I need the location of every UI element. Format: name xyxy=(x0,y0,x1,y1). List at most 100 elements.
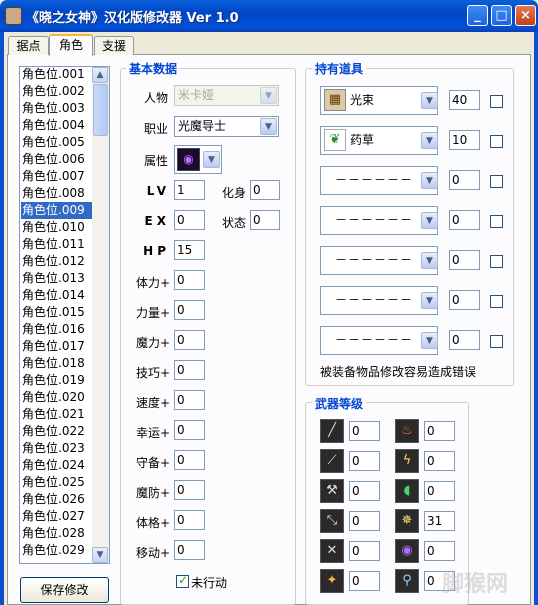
weapon-rank-input[interactable]: 0 xyxy=(424,421,455,441)
list-item[interactable]: 角色位.019 xyxy=(21,372,94,389)
item-name: 药草 xyxy=(350,133,375,147)
stat-input[interactable]: 0 xyxy=(174,480,205,500)
weapon-rank-input[interactable]: 0 xyxy=(349,481,380,501)
stat-input[interactable]: 0 xyxy=(174,540,205,560)
list-item[interactable]: 角色位.012 xyxy=(21,253,94,270)
list-item[interactable]: 角色位.007 xyxy=(21,168,94,185)
list-item[interactable]: 角色位.029 xyxy=(21,542,94,559)
book-icon: ▦ xyxy=(324,89,346,111)
list-item[interactable]: 角色位.020 xyxy=(21,389,94,406)
chevron-down-icon[interactable]: ▼ xyxy=(203,151,220,168)
chevron-down-icon[interactable]: ▼ xyxy=(421,212,438,229)
item-count-input[interactable]: 0 xyxy=(449,290,480,310)
list-item[interactable]: 角色位.014 xyxy=(21,287,94,304)
weapon-rank-input[interactable]: 0 xyxy=(349,421,380,441)
lv-input[interactable]: 1 xyxy=(174,180,205,200)
list-item[interactable]: 角色位.002 xyxy=(21,83,94,100)
list-item[interactable]: 角色位.006 xyxy=(21,151,94,168)
stat-input[interactable]: 0 xyxy=(174,420,205,440)
chevron-down-icon[interactable]: ▼ xyxy=(260,118,277,135)
list-scrollbar[interactable] xyxy=(92,67,109,563)
item-count-input[interactable]: 10 xyxy=(449,130,480,150)
stat-input[interactable]: 0 xyxy=(174,390,205,410)
stat-input[interactable]: 0 xyxy=(174,300,205,320)
tab-support[interactable]: 支援 xyxy=(94,36,134,55)
state-input[interactable]: 0 xyxy=(250,210,280,230)
weapon-rank-input[interactable]: 31 xyxy=(424,511,455,531)
weapon-rank-input[interactable]: 0 xyxy=(349,511,380,531)
list-item[interactable]: 角色位.013 xyxy=(21,270,94,287)
chevron-down-icon[interactable]: ▼ xyxy=(421,132,438,149)
stat-input[interactable]: 0 xyxy=(174,360,205,380)
stat-input[interactable]: 0 xyxy=(174,270,205,290)
item-checkbox[interactable] xyxy=(490,95,503,108)
weapon-rank-input[interactable]: 0 xyxy=(349,571,380,591)
stat-input[interactable]: 0 xyxy=(174,510,205,530)
chevron-down-icon[interactable]: ▼ xyxy=(421,172,438,189)
list-item[interactable]: 角色位.017 xyxy=(21,338,94,355)
scroll-down-icon[interactable]: ▼ xyxy=(92,547,108,563)
tab-character[interactable]: 角色 xyxy=(49,34,93,56)
save-button[interactable]: 保存修改 xyxy=(20,577,109,603)
app-icon xyxy=(5,7,22,25)
weapon-rank-input[interactable]: 0 xyxy=(424,481,455,501)
item-checkbox[interactable] xyxy=(490,335,503,348)
list-item[interactable]: 角色位.010 xyxy=(21,219,94,236)
list-item[interactable]: 角色位.018 xyxy=(21,355,94,372)
weapon-rank-input[interactable]: 0 xyxy=(349,541,380,561)
item-checkbox[interactable] xyxy=(490,135,503,148)
list-item[interactable]: 角色位.022 xyxy=(21,423,94,440)
list-item[interactable]: 角色位.005 xyxy=(21,134,94,151)
list-item[interactable]: 角色位.004 xyxy=(21,117,94,134)
item-checkbox[interactable] xyxy=(490,255,503,268)
list-item[interactable]: 角色位.026 xyxy=(21,491,94,508)
close-button[interactable]: × xyxy=(515,5,536,26)
item-count-input[interactable]: 0 xyxy=(449,210,480,230)
list-item[interactable]: 角色位.009 xyxy=(21,202,94,219)
list-item[interactable]: 角色位.011 xyxy=(21,236,94,253)
item-checkbox[interactable] xyxy=(490,215,503,228)
list-item[interactable]: 角色位.021 xyxy=(21,406,94,423)
item-checkbox[interactable] xyxy=(490,295,503,308)
scroll-up-icon[interactable]: ▲ xyxy=(92,67,108,83)
ex-input[interactable]: 0 xyxy=(174,210,205,230)
state-label: 状态 xyxy=(221,216,246,230)
chevron-down-icon[interactable]: ▼ xyxy=(421,332,438,349)
list-item[interactable]: 角色位.024 xyxy=(21,457,94,474)
list-item[interactable]: 角色位.001 xyxy=(21,67,94,83)
chevron-down-icon[interactable]: ▼ xyxy=(421,292,438,309)
list-item[interactable]: 角色位.008 xyxy=(21,185,94,202)
item-name: －－－－－－ xyxy=(335,173,414,187)
axe-icon: ⚒ xyxy=(320,479,344,503)
list-item[interactable]: 角色位.015 xyxy=(21,304,94,321)
stat-label: 技巧+ xyxy=(135,366,170,380)
list-item[interactable]: 角色位.028 xyxy=(21,525,94,542)
tab-base[interactable]: 据点 xyxy=(8,36,49,55)
item-checkbox[interactable] xyxy=(490,175,503,188)
list-item[interactable]: 角色位.025 xyxy=(21,474,94,491)
list-item[interactable]: 角色位.023 xyxy=(21,440,94,457)
weapon-rank-input[interactable]: 0 xyxy=(349,451,380,471)
minimize-button[interactable]: _ xyxy=(467,5,488,26)
item-name: －－－－－－ xyxy=(335,213,414,227)
transform-input[interactable]: 0 xyxy=(250,180,280,200)
stat-input[interactable]: 0 xyxy=(174,330,205,350)
weapon-rank-input[interactable]: 0 xyxy=(424,541,455,561)
weapon-rank-input[interactable]: 0 xyxy=(424,451,455,471)
list-item[interactable]: 角色位.016 xyxy=(21,321,94,338)
hp-input[interactable]: 15 xyxy=(174,240,205,260)
item-count-input[interactable]: 0 xyxy=(449,250,480,270)
strike-icon: ✦ xyxy=(320,569,344,593)
item-count-input[interactable]: 0 xyxy=(449,170,480,190)
chevron-down-icon[interactable]: ▼ xyxy=(421,252,438,269)
scroll-thumb[interactable] xyxy=(93,84,108,136)
weapons-title: 武器等级 xyxy=(312,395,367,412)
maximize-button[interactable]: □ xyxy=(491,5,512,26)
chevron-down-icon[interactable]: ▼ xyxy=(421,92,438,109)
list-item[interactable]: 角色位.003 xyxy=(21,100,94,117)
stat-input[interactable]: 0 xyxy=(174,450,205,470)
item-count-input[interactable]: 40 xyxy=(449,90,480,110)
list-item[interactable]: 角色位.027 xyxy=(21,508,94,525)
not-acted-checkbox[interactable]: ✓ xyxy=(176,573,189,588)
item-count-input[interactable]: 0 xyxy=(449,330,480,350)
